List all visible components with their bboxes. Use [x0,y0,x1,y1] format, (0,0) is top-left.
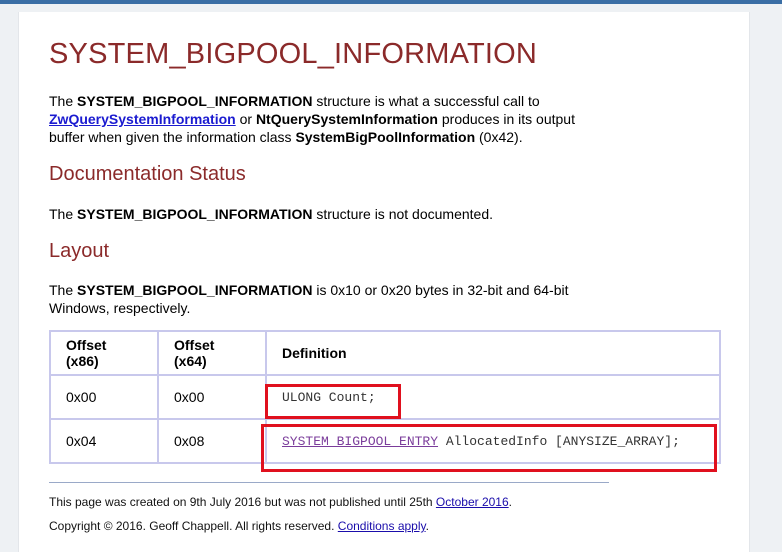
footer-text: . [508,495,512,509]
cell-offset-x64: 0x08 [157,418,267,464]
intro-text: structure is what a successful call to [312,93,540,109]
intro-text: or [235,111,256,127]
header-offset-x64: Offset (x64) [157,330,267,376]
highlight-box-count [265,384,401,419]
october-2016-link[interactable]: October 2016 [436,495,509,509]
table-header-row: Offset (x86) Offset (x64) Definition [49,330,721,376]
intro-info-class: SystemBigPoolInformation [295,129,476,145]
conditions-apply-link[interactable]: Conditions apply [338,519,426,533]
layout-heading: Layout [49,240,110,262]
highlight-box-allocatedinfo [261,424,717,472]
intro-ntquery-name: NtQuerySystemInformation [255,111,438,127]
page-content: SYSTEM_BIGPOOL_INFORMATION The SYSTEM_BI… [18,12,750,552]
browser-top-bar [0,0,782,4]
intro-text: (0x42). [475,129,523,145]
cell-offset-x86: 0x00 [49,374,159,420]
doc-text: structure is not documented. [312,206,493,222]
cell-offset-x64: 0x00 [157,374,267,420]
header-definition: Definition [265,330,721,376]
intro-struct-name: SYSTEM_BIGPOOL_INFORMATION [77,93,313,109]
footer-copyright-line: Copyright © 2016. Geoff Chappell. All ri… [49,518,589,534]
cell-offset-x86: 0x04 [49,418,159,464]
footer-text: This page was created on 9th July 2016 b… [49,495,436,509]
layout-text: The [49,282,78,298]
footer-text: . [425,519,429,533]
layout-paragraph: The SYSTEM_BIGPOOL_INFORMATION is 0x10 o… [49,281,589,317]
layout-struct-name: SYSTEM_BIGPOOL_INFORMATION [77,282,313,298]
footer-divider [49,482,609,483]
footer-text: Copyright © 2016. Geoff Chappell. All ri… [49,519,338,533]
footer-created-line: This page was created on 9th July 2016 b… [49,494,589,510]
documentation-status-paragraph: The SYSTEM_BIGPOOL_INFORMATION structure… [49,205,589,223]
doc-text: The [49,206,78,222]
header-offset-x86: Offset (x86) [49,330,159,376]
page-title: SYSTEM_BIGPOOL_INFORMATION [49,38,538,70]
documentation-status-heading: Documentation Status [49,163,246,185]
intro-text: The [49,93,78,109]
zwquerysysteminformation-link[interactable]: ZwQuerySystemInformation [49,111,236,127]
doc-struct-name: SYSTEM_BIGPOOL_INFORMATION [77,206,313,222]
intro-paragraph: The SYSTEM_BIGPOOL_INFORMATION structure… [49,92,589,146]
